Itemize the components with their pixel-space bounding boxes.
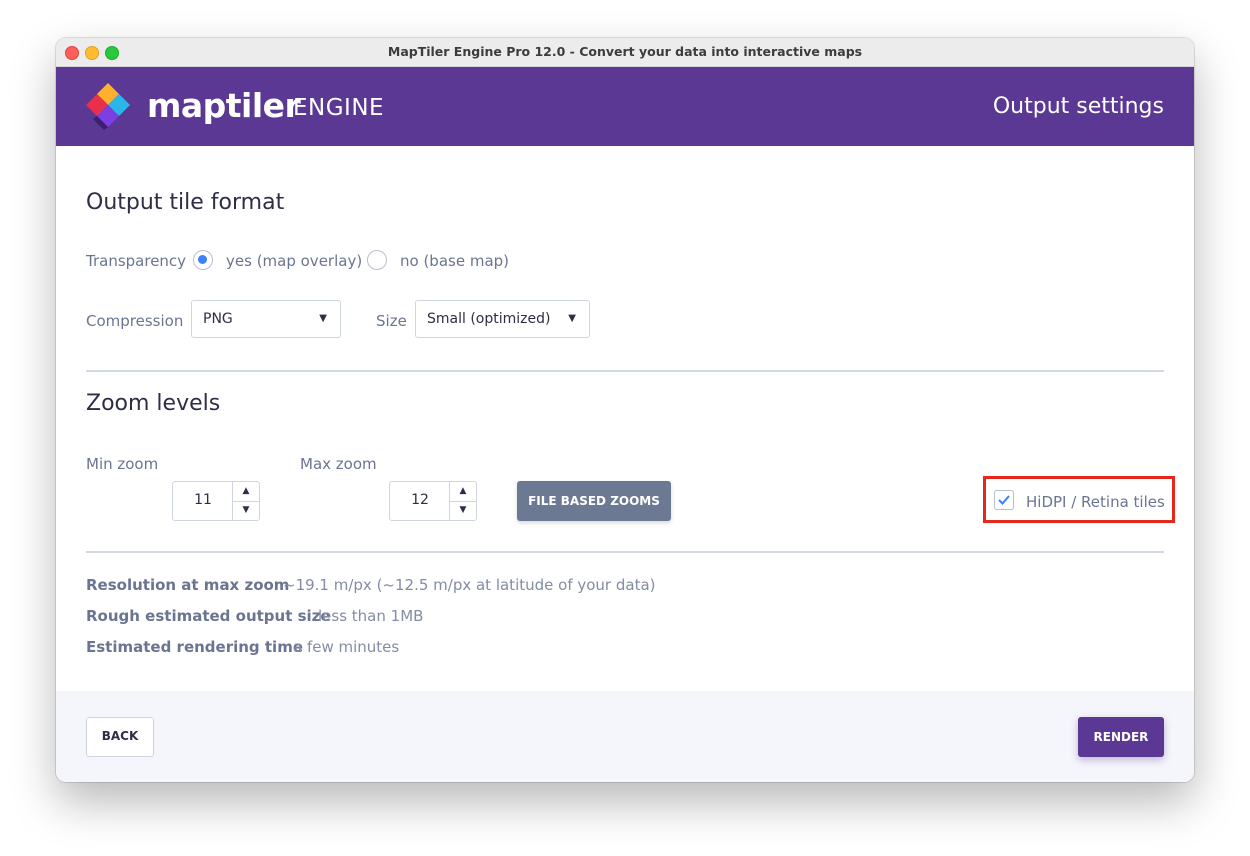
- page-title: Output settings: [992, 94, 1164, 119]
- app-window: MapTiler Engine Pro 12.0 - Convert your …: [56, 38, 1194, 782]
- info-value: ~19.1 m/px (~12.5 m/px at latitude of yo…: [283, 576, 656, 594]
- size-label: Size: [376, 312, 407, 330]
- checkmark-icon: [998, 495, 1010, 505]
- title-bar: MapTiler Engine Pro 12.0 - Convert your …: [56, 38, 1194, 67]
- radio-transparency-yes[interactable]: [193, 250, 213, 270]
- size-select[interactable]: Small (optimized) ▼: [415, 300, 590, 338]
- max-zoom-stepper[interactable]: 12 ▲ ▼: [389, 481, 477, 521]
- zoom-levels-heading: Zoom levels: [86, 391, 221, 416]
- info-value: a few minutes: [293, 638, 400, 656]
- brand-suffix: ENGINE: [293, 95, 385, 121]
- app-header: maptiler ENGINE Output settings: [56, 67, 1194, 146]
- chevron-down-icon: ▼: [319, 313, 327, 324]
- info-label: Resolution at max zoom: [86, 576, 290, 594]
- stepper-arrows: ▲ ▼: [449, 482, 476, 520]
- radio-yes-label[interactable]: yes (map overlay): [226, 252, 362, 270]
- min-zoom-value[interactable]: 11: [173, 492, 233, 508]
- file-based-zooms-button[interactable]: FILE BASED ZOOMS: [517, 481, 671, 521]
- render-button[interactable]: RENDER: [1078, 717, 1164, 757]
- window-title: MapTiler Engine Pro 12.0 - Convert your …: [387, 44, 863, 59]
- compression-label: Compression: [86, 312, 184, 330]
- maptiler-logo-icon: [86, 83, 130, 130]
- increment-arrow-icon[interactable]: ▲: [450, 482, 476, 502]
- section-divider: [86, 551, 1164, 553]
- radio-no-label[interactable]: no (base map): [400, 252, 509, 270]
- footer-bar: BACK RENDER: [56, 691, 1194, 782]
- tile-format-heading: Output tile format: [86, 190, 285, 215]
- radio-transparency-no[interactable]: [367, 250, 387, 270]
- info-label: Estimated rendering time: [86, 638, 303, 656]
- info-label: Rough estimated output size: [86, 607, 331, 625]
- increment-arrow-icon[interactable]: ▲: [233, 482, 259, 502]
- min-zoom-stepper[interactable]: 11 ▲ ▼: [172, 481, 260, 521]
- info-value: less than 1MB: [318, 607, 424, 625]
- decrement-arrow-icon[interactable]: ▼: [233, 501, 259, 520]
- back-button[interactable]: BACK: [86, 717, 154, 757]
- max-zoom-value[interactable]: 12: [390, 492, 450, 508]
- section-divider: [86, 370, 1164, 372]
- hidpi-checkbox[interactable]: [994, 490, 1014, 510]
- stepper-arrows: ▲ ▼: [232, 482, 259, 520]
- compression-select[interactable]: PNG ▼: [191, 300, 341, 338]
- min-zoom-label: Min zoom: [86, 455, 159, 473]
- max-zoom-label: Max zoom: [300, 455, 377, 473]
- brand-name: maptiler: [147, 86, 301, 125]
- decrement-arrow-icon[interactable]: ▼: [450, 501, 476, 520]
- chevron-down-icon: ▼: [568, 313, 576, 324]
- size-value: Small (optimized): [427, 311, 551, 327]
- hidpi-label[interactable]: HiDPI / Retina tiles: [1026, 493, 1165, 511]
- transparency-label: Transparency: [86, 252, 187, 270]
- compression-value: PNG: [203, 311, 233, 327]
